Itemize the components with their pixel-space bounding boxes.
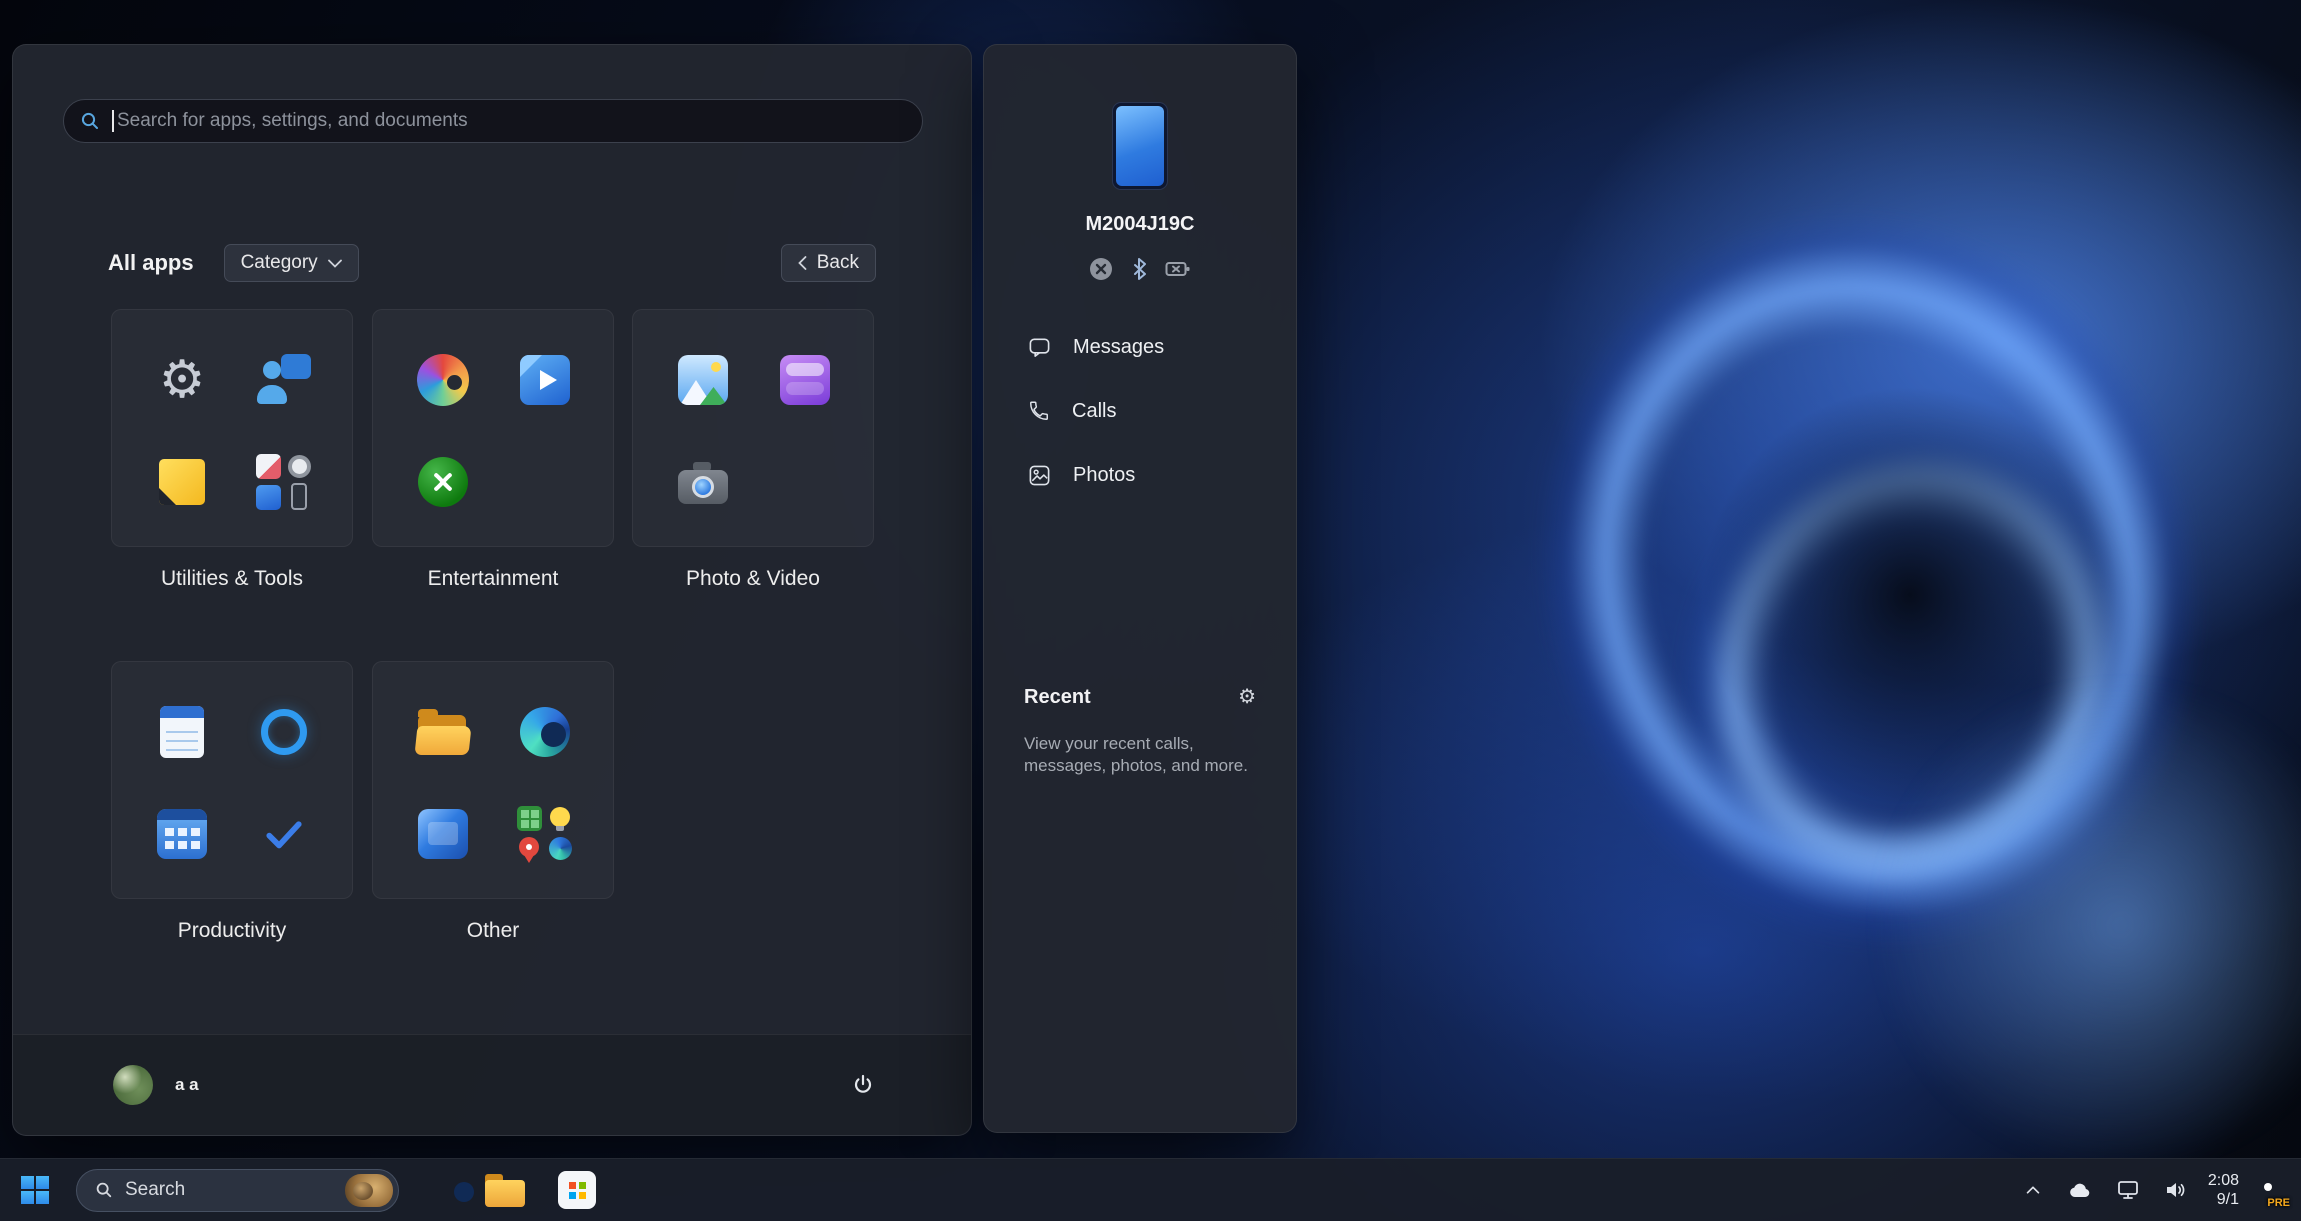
category-label: Productivity: [177, 919, 287, 942]
power-icon: [854, 1074, 872, 1093]
all-apps-header: All apps Category Back: [108, 241, 876, 285]
category-tile-utilities-tools[interactable]: ⚙: [111, 309, 353, 547]
back-button-label: Back: [816, 252, 859, 273]
search-icon: [81, 112, 98, 129]
file-explorer-icon: [414, 704, 472, 760]
category-tile-photo-video[interactable]: [632, 309, 874, 547]
menu-item-label: Calls: [1072, 399, 1117, 422]
start-button[interactable]: [12, 1167, 58, 1213]
menu-item-calls[interactable]: Calls: [1010, 389, 1270, 433]
call-icon: [1030, 401, 1048, 420]
file-explorer-icon[interactable]: [485, 1170, 525, 1210]
clock[interactable]: 2:08 9/1: [2208, 1171, 2239, 1209]
search-input[interactable]: [117, 110, 906, 132]
network-icon[interactable]: [2112, 1175, 2144, 1205]
phone-preview-image: [1112, 102, 1168, 190]
category-label: Entertainment: [427, 567, 559, 590]
message-icon: [1029, 338, 1050, 357]
all-apps-title: All apps: [108, 250, 194, 275]
category-dropdown[interactable]: Category: [223, 244, 359, 282]
mini-app-icon: [288, 455, 311, 478]
mini-app-icon: [517, 806, 542, 831]
edge-icon[interactable]: [417, 1170, 457, 1210]
bluetooth-icon: [1134, 258, 1146, 280]
category-label: Photo & Video: [686, 567, 820, 590]
start-menu-footer: a a: [13, 1034, 971, 1135]
user-account[interactable]: a a: [113, 1065, 199, 1105]
category-tile-entertainment[interactable]: [372, 309, 614, 547]
photos-icon: [675, 352, 731, 408]
volume-icon[interactable]: [2160, 1175, 2192, 1205]
xbox-icon: [415, 454, 471, 510]
camera-icon: [675, 454, 731, 510]
system-tray: 2:08 9/1 PRE: [2020, 1159, 2301, 1221]
mini-app-icon: [519, 837, 539, 863]
taskbar-left-group: Search: [0, 1159, 597, 1221]
category-tile-productivity[interactable]: [111, 661, 353, 899]
hidden-icons-chevron-icon[interactable]: [2020, 1179, 2046, 1201]
start-menu-panel: All apps Category Back ⚙: [12, 44, 972, 1136]
mini-app-icon: [256, 454, 281, 479]
taskbar: Search 2:08 9/1 PRE: [0, 1158, 2301, 1221]
mini-app-icon: [550, 807, 570, 831]
start-search-bar[interactable]: [63, 99, 923, 143]
desktop: All apps Category Back ⚙: [0, 0, 2301, 1221]
category-dropdown-label: Category: [240, 252, 318, 273]
calendar-icon: [154, 806, 210, 862]
movies-tv-icon: [517, 352, 573, 408]
recent-title: Recent: [1024, 685, 1091, 708]
taskbar-search-label: Search: [125, 1179, 186, 1200]
phone-menu: Messages Calls Photos: [1010, 325, 1270, 517]
category-tile-other[interactable]: [372, 661, 614, 899]
power-button[interactable]: [841, 1063, 885, 1107]
battery-unknown-icon: [1165, 262, 1190, 276]
tray-app-icon[interactable]: PRE: [2255, 1174, 2290, 1209]
onedrive-icon[interactable]: [2062, 1176, 2096, 1204]
search-spotlight-image[interactable]: [345, 1173, 393, 1207]
apps-cluster: [256, 454, 312, 510]
mini-app-icon: [291, 483, 307, 510]
recent-header: Recent ⚙: [1024, 683, 1256, 711]
search-icon: [96, 1182, 112, 1198]
phone-link-icon: [415, 806, 471, 862]
taskbar-search-box[interactable]: Search: [76, 1168, 399, 1212]
chevron-down-icon: [327, 259, 342, 268]
settings-gear-icon[interactable]: ⚙: [1238, 687, 1256, 707]
apps-cluster: [517, 806, 573, 863]
phone-link-panel: M2004J19C Messages Calls Photos Recent ⚙…: [983, 44, 1297, 1133]
mini-app-icon: [549, 837, 572, 860]
phone-disconnected-icon: [1090, 258, 1112, 280]
category-label: Other: [466, 919, 520, 942]
device-name: M2004J19C: [1085, 213, 1195, 235]
sticky-notes-icon: [154, 454, 210, 510]
microsoft-store-icon[interactable]: [557, 1170, 597, 1210]
mini-app-icon: [256, 485, 281, 510]
cortana-icon: [256, 704, 312, 760]
clock-date: 9/1: [2216, 1191, 2239, 1208]
feedback-hub-icon: [256, 352, 312, 408]
photo-icon: [1029, 465, 1050, 485]
menu-item-label: Messages: [1073, 335, 1165, 358]
edge-icon: [517, 704, 573, 760]
video-editor-icon: [777, 352, 833, 408]
category-label: Utilities & Tools: [161, 567, 303, 590]
todo-check-icon: [256, 806, 312, 862]
notepad-icon: [154, 704, 210, 760]
windows-logo-icon: [21, 1176, 49, 1204]
user-avatar: [113, 1065, 153, 1105]
menu-item-messages[interactable]: Messages: [1010, 325, 1270, 369]
tray-badge: PRE: [2267, 1197, 2290, 1209]
phone-status-row: [984, 257, 1296, 281]
back-button[interactable]: Back: [780, 244, 876, 282]
menu-item-label: Photos: [1073, 463, 1136, 486]
chevron-left-icon: [797, 256, 807, 270]
user-name: a a: [175, 1075, 199, 1094]
paint-icon: [415, 352, 471, 408]
menu-item-photos[interactable]: Photos: [1010, 453, 1270, 497]
text-caret: [112, 110, 114, 132]
clock-time: 2:08: [2207, 1172, 2239, 1189]
recent-description: View your recent calls, messages, photos…: [1024, 734, 1248, 775]
settings-gear-icon: ⚙: [158, 351, 206, 409]
